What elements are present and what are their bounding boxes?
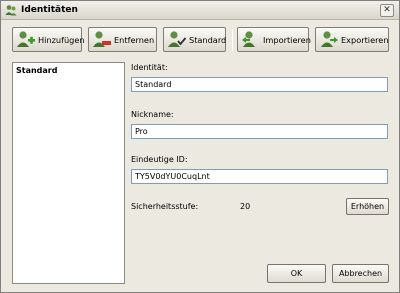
unique-id-field[interactable]: TY5V0dYU0CuqLnt: [131, 169, 388, 184]
remove-button-label: Entfernen: [114, 34, 155, 45]
identities-icon: [5, 5, 17, 16]
identity-list[interactable]: Standard: [12, 62, 125, 284]
import-button-label: Importieren: [263, 34, 311, 45]
export-button[interactable]: Exportieren: [315, 27, 389, 52]
identity-input[interactable]: Standard: [131, 77, 388, 92]
raise-button[interactable]: Erhöhen: [346, 198, 389, 215]
ok-button[interactable]: OK: [267, 264, 326, 283]
default-button-label: Standard: [189, 34, 227, 45]
close-icon: ✕: [383, 5, 391, 15]
window-title: Identitäten: [21, 5, 78, 15]
import-icon: [242, 31, 255, 47]
list-item[interactable]: Standard: [15, 65, 122, 76]
unique-id-label: Eindeutige ID:: [131, 155, 188, 164]
add-button[interactable]: Hinzufügen: [12, 27, 85, 52]
identities-window: Identitäten ✕ Hinzufügen Entfernen Stand…: [0, 0, 400, 293]
close-button[interactable]: ✕: [380, 4, 394, 17]
default-button[interactable]: Standard: [163, 27, 226, 52]
cancel-button[interactable]: Abbrechen: [332, 264, 389, 283]
title-bar: Identitäten ✕: [1, 1, 399, 20]
add-button-label: Hinzufügen: [38, 34, 85, 45]
toolbar: Hinzufügen Entfernen Standard Importiere…: [1, 21, 399, 58]
export-button-label: Exportieren: [341, 34, 389, 45]
identity-label: Identität:: [131, 63, 168, 72]
remove-button[interactable]: Entfernen: [88, 27, 157, 52]
nickname-input[interactable]: Pro: [131, 124, 388, 139]
security-level-label: Sicherheitsstufe:: [131, 202, 199, 211]
default-user-icon: [168, 31, 187, 47]
add-user-icon: [17, 31, 35, 47]
security-level-value: 20: [240, 202, 251, 211]
export-icon: [321, 31, 338, 47]
import-button[interactable]: Importieren: [237, 27, 311, 52]
nickname-label: Nickname:: [131, 110, 174, 119]
remove-user-icon: [93, 31, 111, 47]
toolbar-separator: [232, 29, 233, 51]
